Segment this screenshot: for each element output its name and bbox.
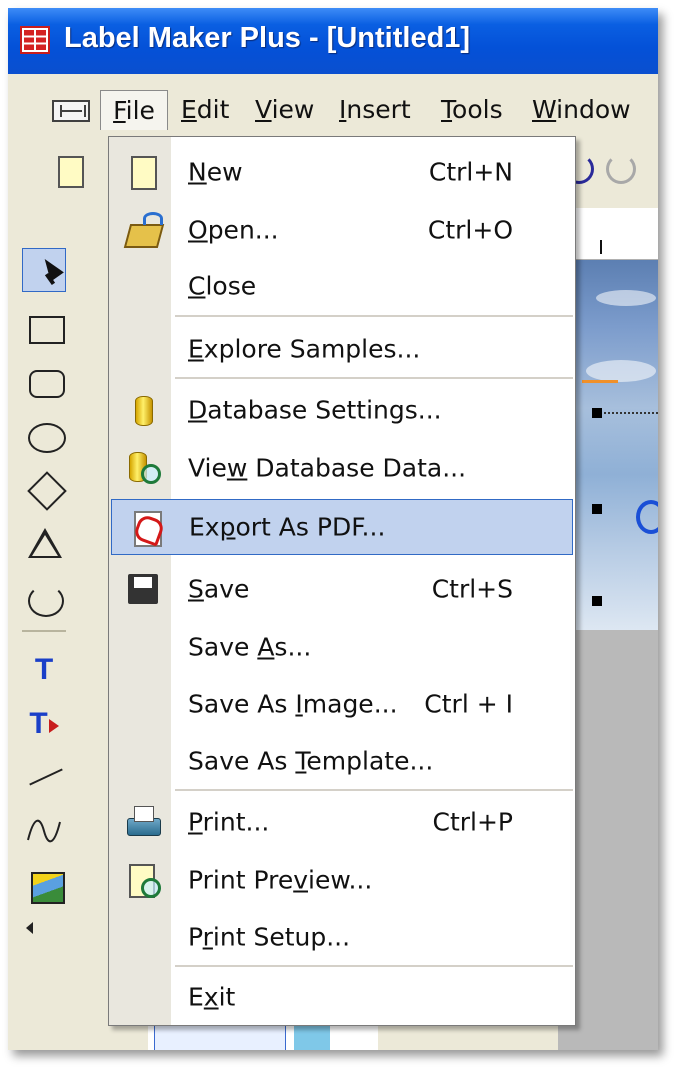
menu-insert[interactable]: Insert: [339, 90, 411, 130]
save-disk-icon: [125, 571, 161, 607]
curve-icon[interactable]: [22, 810, 66, 854]
menu-item-open[interactable]: Open... Ctrl+O: [109, 201, 575, 259]
menu-edit-rest: dit: [196, 95, 230, 124]
menu-item-save-as[interactable]: Save As...: [109, 619, 575, 675]
toolbar-separator: [22, 630, 66, 632]
menu-item-label: Save As Image...: [188, 689, 398, 719]
selection-handle[interactable]: [592, 596, 602, 606]
menu-item-new[interactable]: New Ctrl+N: [109, 143, 575, 201]
menu-separator: [175, 789, 573, 791]
open-folder-icon: [125, 212, 163, 248]
menu-item-shortcut: Ctrl+N: [428, 157, 513, 187]
selection-handle[interactable]: [592, 504, 602, 514]
select-arrow-icon[interactable]: [22, 248, 66, 292]
menu-item-shortcut: Ctrl+O: [427, 215, 513, 245]
title-bar[interactable]: Label Maker Plus - [Untitled1]: [8, 8, 658, 74]
menu-item-label: Print...: [188, 807, 270, 837]
database-icon: [125, 392, 161, 428]
menu-file[interactable]: File: [100, 90, 168, 130]
menu-item-label: New: [188, 157, 243, 187]
triangle-icon[interactable]: [22, 522, 66, 566]
menu-window-mnemonic: W: [532, 95, 557, 124]
canvas-shape[interactable]: [636, 500, 658, 534]
menu-item-label: Save As Template...: [188, 746, 434, 776]
menu-item-label: Print Preview...: [188, 865, 373, 895]
menu-file-mnemonic: F: [113, 96, 126, 125]
app-window: Label Maker Plus - [Untitled1] File Edit…: [8, 8, 658, 1050]
menu-insert-rest: nsert: [346, 95, 411, 124]
menu-item-export-pdf[interactable]: Export As PDF...: [111, 499, 573, 555]
redo-icon[interactable]: [606, 154, 636, 184]
toolbar-grip-icon[interactable]: [52, 100, 90, 122]
menu-item-print-setup[interactable]: Print Setup...: [109, 909, 575, 965]
menu-separator: [175, 377, 573, 379]
menu-window[interactable]: Window: [532, 90, 631, 130]
menu-edit-mnemonic: E: [181, 95, 197, 124]
menu-item-label: Explore Samples...: [188, 334, 421, 364]
image-icon[interactable]: [22, 864, 66, 908]
new-document-icon: [125, 154, 161, 190]
menu-view-rest: iew: [271, 95, 315, 124]
menu-item-label: Close: [188, 271, 257, 301]
file-menu-dropdown: New Ctrl+N Open... Ctrl+O Close Explore …: [108, 136, 576, 1026]
menu-item-label: Exit: [188, 982, 236, 1012]
menu-item-print[interactable]: Print... Ctrl+P: [109, 793, 575, 851]
menu-item-shortcut: Ctrl + I: [424, 689, 513, 719]
menu-edit[interactable]: Edit: [181, 90, 229, 130]
menu-item-view-database-data[interactable]: View Database Data...: [109, 439, 575, 497]
menu-item-label: Open...: [188, 215, 279, 245]
drawing-toolbar: T T: [8, 206, 80, 1050]
print-preview-icon: [125, 862, 161, 898]
menu-item-label: View Database Data...: [188, 453, 467, 483]
menu-window-rest: indow: [556, 95, 631, 124]
canvas-orange-mark: [582, 380, 618, 383]
pie-shape-icon[interactable]: [22, 576, 66, 620]
window-title: Label Maker Plus - [Untitled1]: [64, 22, 471, 54]
menu-item-label: Save As...: [188, 632, 312, 662]
menu-item-database-settings[interactable]: Database Settings...: [109, 381, 575, 439]
selection-guide-line: [593, 412, 658, 414]
line-icon[interactable]: [22, 756, 66, 800]
menu-tools-rest: ools: [452, 95, 503, 124]
menu-item-label: Save: [188, 574, 250, 604]
menu-view-mnemonic: V: [255, 95, 272, 124]
menu-item-close[interactable]: Close: [109, 259, 575, 313]
menu-item-save-as-template[interactable]: Save As Template...: [109, 733, 575, 789]
text-style-icon[interactable]: T: [22, 702, 66, 746]
menu-item-exit[interactable]: Exit: [109, 969, 575, 1025]
menu-view[interactable]: View: [255, 90, 314, 130]
new-document-icon[interactable]: [58, 156, 84, 188]
menu-item-explore-samples[interactable]: Explore Samples...: [109, 319, 575, 379]
menu-item-print-preview[interactable]: Print Preview...: [109, 851, 575, 909]
menu-tools[interactable]: Tools: [441, 90, 503, 130]
menu-item-shortcut: Ctrl+S: [431, 574, 513, 604]
menu-item-save-as-image[interactable]: Save As Image... Ctrl + I: [109, 675, 575, 733]
menu-item-save[interactable]: Save Ctrl+S: [109, 559, 575, 619]
ellipse-icon[interactable]: [22, 414, 66, 458]
printer-icon: [125, 804, 161, 840]
rounded-rectangle-icon[interactable]: [22, 360, 66, 404]
text-icon[interactable]: T: [22, 648, 66, 692]
label-maker-app-icon[interactable]: [20, 26, 50, 54]
menu-item-label: Print Setup...: [188, 922, 351, 952]
selection-handle[interactable]: [592, 408, 602, 418]
menu-item-shortcut: Ctrl+P: [432, 807, 513, 837]
view-database-icon: [125, 450, 161, 486]
toolbar-overflow-icon[interactable]: [26, 922, 33, 934]
menu-separator: [175, 315, 573, 317]
menu-file-rest: ile: [125, 96, 155, 125]
menu-bar: File Edit View Insert Tools Window: [8, 84, 658, 130]
menu-item-label: Export As PDF...: [189, 512, 386, 542]
menu-tools-mnemonic: T: [441, 95, 453, 124]
menu-separator: [175, 965, 573, 967]
menu-item-label: Database Settings...: [188, 395, 442, 425]
rectangle-icon[interactable]: [22, 306, 66, 350]
diamond-icon[interactable]: [22, 468, 66, 512]
pdf-icon: [128, 509, 164, 547]
